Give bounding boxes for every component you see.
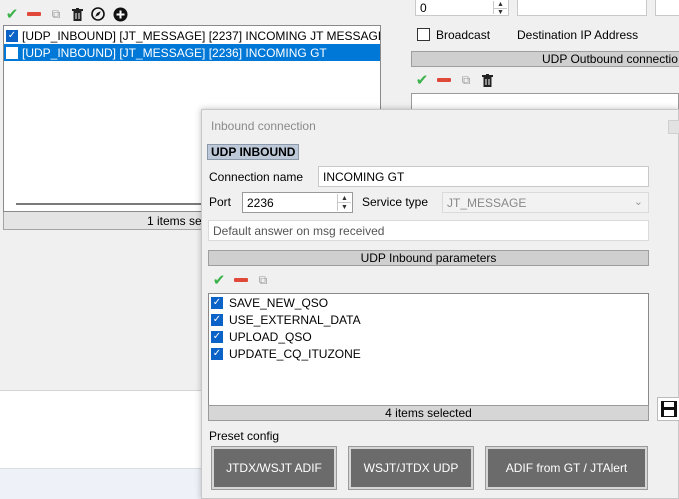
port-label: Port xyxy=(209,195,232,209)
spin-input-value: 0 xyxy=(420,0,427,15)
copy-icon[interactable]: ⧉ xyxy=(255,273,271,288)
port-spin-buttons[interactable]: ▲ ▼ xyxy=(337,194,351,211)
minus-icon[interactable] xyxy=(233,278,249,282)
param-label: USE_EXTERNAL_DATA xyxy=(229,312,361,327)
spin-up-icon[interactable]: ▲ xyxy=(338,194,351,202)
default-answer-input[interactable]: Default answer on msg received xyxy=(208,220,649,241)
connection-name-label: Connection name xyxy=(209,170,304,184)
chevron-down-icon: ⌄ xyxy=(633,196,643,208)
outbound-header: UDP Outbound connectio xyxy=(411,51,679,67)
default-answer-placeholder: Default answer on msg received xyxy=(213,223,385,238)
list-item[interactable]: ✓ [UDP_INBOUND] [JT_MESSAGE] [2237] INCO… xyxy=(4,27,380,44)
port-input[interactable]: 2236 ▲ ▼ xyxy=(242,192,353,213)
outbound-header-text: UDP Outbound connectio xyxy=(542,52,678,66)
param-checkbox[interactable]: ✓ xyxy=(211,347,223,360)
param-label: UPDATE_CQ_ITUZONE xyxy=(229,346,361,361)
trash-icon[interactable] xyxy=(70,7,84,21)
check-icon[interactable]: ✔ xyxy=(4,7,20,22)
broadcast-label: Broadcast xyxy=(436,28,491,42)
floppy-icon[interactable] xyxy=(657,397,679,421)
list-item[interactable]: ✓ UPDATE_CQ_ITUZONE xyxy=(211,345,361,362)
service-type-select[interactable]: JT_MESSAGE ⌄ xyxy=(442,192,649,213)
right-input-2[interactable] xyxy=(655,0,679,16)
left-toolbar: ✔ ⧉ xyxy=(4,5,128,23)
dialog-close-button[interactable] xyxy=(668,120,679,134)
preset-jtdx-wsjt-adif-button[interactable]: JTDX/WSJT ADIF xyxy=(211,446,337,490)
spin-input[interactable]: 0 ▲ ▼ xyxy=(415,0,509,16)
plus-circle-icon[interactable] xyxy=(112,7,128,22)
list-item[interactable]: ✓ UPLOAD_QSO xyxy=(211,328,312,345)
param-label: SAVE_NEW_QSO xyxy=(229,295,329,310)
service-type-value: JT_MESSAGE xyxy=(447,195,527,210)
bottom-panel-bar xyxy=(0,468,205,499)
minus-icon[interactable] xyxy=(436,78,452,82)
type-badge: UDP INBOUND xyxy=(207,144,300,160)
dialog-title: Inbound connection xyxy=(211,119,316,133)
params-toolbar: ✔ ⧉ xyxy=(211,271,271,289)
check-icon[interactable]: ✔ xyxy=(414,73,430,88)
list-item-label: [UDP_INBOUND] [JT_MESSAGE] [2236] INCOMI… xyxy=(22,45,327,60)
params-list[interactable]: ✓ SAVE_NEW_QSO ✓ USE_EXTERNAL_DATA ✓ UPL… xyxy=(208,293,649,406)
outbound-toolbar: ✔ ⧉ xyxy=(414,71,494,89)
trash-icon[interactable] xyxy=(480,73,494,87)
spin-down-icon[interactable]: ▼ xyxy=(338,202,351,211)
list-item-checkbox[interactable]: ✓ xyxy=(6,29,18,42)
port-value: 2236 xyxy=(247,195,274,210)
check-icon[interactable]: ✔ xyxy=(211,273,227,288)
list-status-text: 1 items se xyxy=(147,214,202,228)
service-type-label: Service type xyxy=(362,195,429,209)
param-checkbox[interactable]: ✓ xyxy=(211,313,223,326)
destination-ip-label: Destination IP Address xyxy=(517,28,639,42)
minus-icon[interactable] xyxy=(26,12,42,16)
list-item[interactable]: ✓ USE_EXTERNAL_DATA xyxy=(211,311,361,328)
params-status-bar: 4 items selected xyxy=(208,405,649,421)
connection-name-value: INCOMING GT xyxy=(323,169,405,184)
param-label: UPLOAD_QSO xyxy=(229,329,312,344)
list-item-label: [UDP_INBOUND] [JT_MESSAGE] [2237] INCOMI… xyxy=(22,28,380,43)
params-status-text: 4 items selected xyxy=(385,406,472,420)
param-checkbox[interactable]: ✓ xyxy=(211,296,223,309)
connection-name-input[interactable]: INCOMING GT xyxy=(318,166,649,187)
compass-icon[interactable] xyxy=(90,7,106,21)
type-badge-text: UDP INBOUND xyxy=(211,145,296,159)
list-item[interactable]: [UDP_INBOUND] [JT_MESSAGE] [2236] INCOMI… xyxy=(4,44,380,61)
spin-up-icon[interactable]: ▲ xyxy=(494,1,507,8)
list-item[interactable]: ✓ SAVE_NEW_QSO xyxy=(211,294,328,311)
params-header: UDP Inbound parameters xyxy=(208,250,649,266)
broadcast-checkbox[interactable] xyxy=(417,28,430,41)
inbound-connection-dialog: Inbound connection UDP INBOUND Connectio… xyxy=(201,109,679,499)
right-input[interactable] xyxy=(517,0,647,16)
preset-config-label: Preset config xyxy=(209,429,280,443)
copy-icon[interactable]: ⧉ xyxy=(48,7,64,22)
preset-adif-from-gt-jtalert-button[interactable]: ADIF from GT / JTAlert xyxy=(485,446,648,490)
copy-icon[interactable]: ⧉ xyxy=(458,73,474,88)
spin-down-icon[interactable]: ▼ xyxy=(494,8,507,16)
spin-buttons[interactable]: ▲ ▼ xyxy=(493,1,507,16)
list-item-checkbox[interactable] xyxy=(6,46,18,59)
params-header-text: UDP Inbound parameters xyxy=(360,251,497,265)
param-checkbox[interactable]: ✓ xyxy=(211,330,223,343)
preset-wsjt-jtdx-udp-button[interactable]: WSJT/JTDX UDP xyxy=(348,446,474,490)
